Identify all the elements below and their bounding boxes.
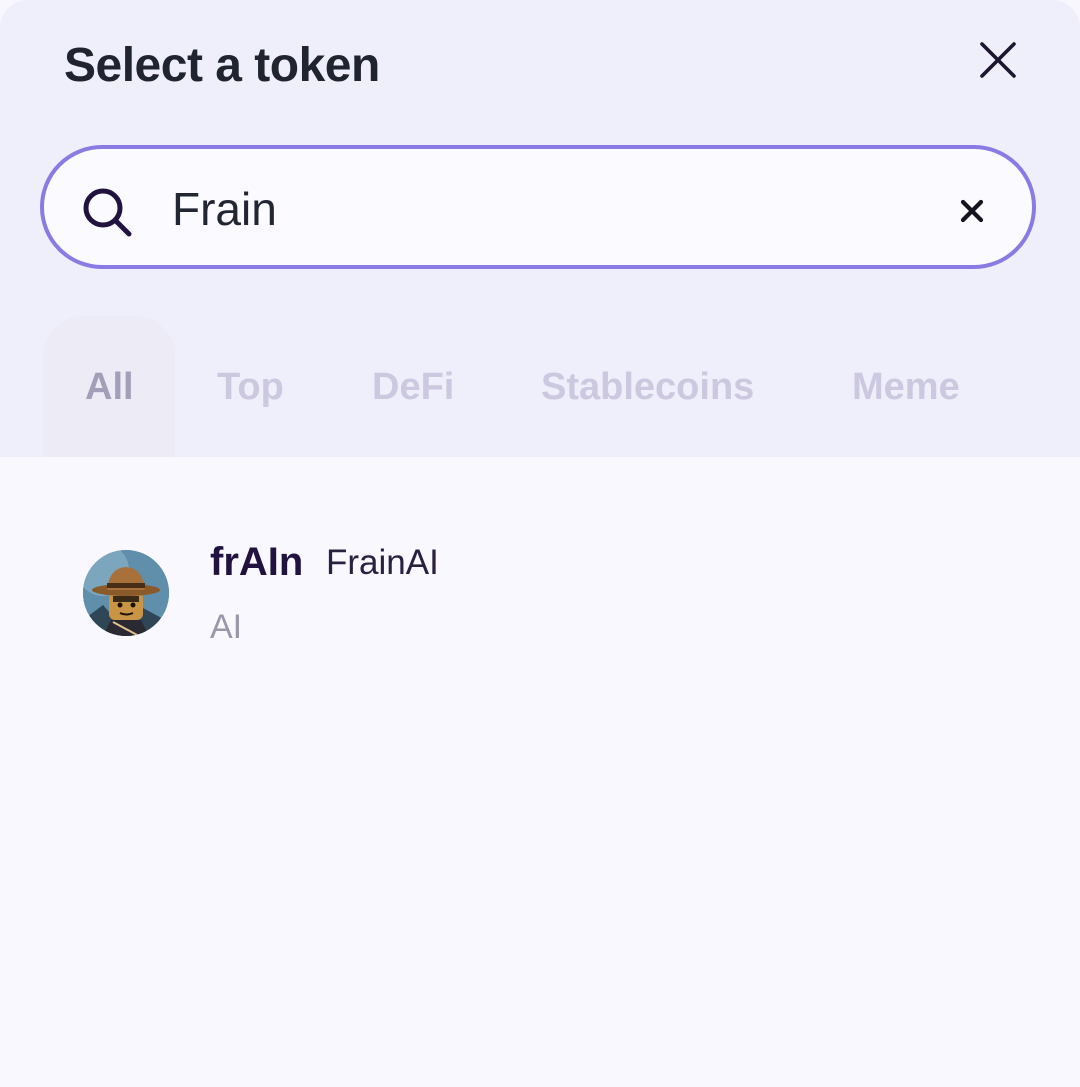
tab-top[interactable]: Top bbox=[217, 366, 284, 409]
token-select-modal: Select a token All Top DeFi Sta bbox=[0, 0, 1080, 1087]
token-avatar-image bbox=[83, 550, 169, 636]
close-icon bbox=[980, 42, 1016, 78]
modal-header: Select a token All Top DeFi Sta bbox=[0, 0, 1080, 457]
token-symbol: frAIn bbox=[210, 540, 304, 584]
search-input[interactable] bbox=[172, 179, 932, 239]
search-icon bbox=[83, 188, 132, 237]
token-name: FrainAI bbox=[326, 543, 439, 582]
token-tag: AI bbox=[210, 608, 243, 646]
close-button[interactable] bbox=[966, 28, 1030, 92]
tab-defi[interactable]: DeFi bbox=[372, 366, 454, 409]
token-list-item[interactable]: frAIn FrainAI AI bbox=[0, 520, 1080, 670]
search-box bbox=[40, 145, 1036, 269]
clear-search-button[interactable] bbox=[948, 187, 996, 235]
tab-stablecoins[interactable]: Stablecoins bbox=[541, 366, 754, 409]
tab-all[interactable]: All bbox=[85, 366, 134, 409]
token-avatar bbox=[83, 550, 169, 636]
modal-title: Select a token bbox=[64, 39, 380, 92]
clear-icon bbox=[960, 199, 984, 223]
tab-meme[interactable]: Meme bbox=[852, 366, 960, 409]
